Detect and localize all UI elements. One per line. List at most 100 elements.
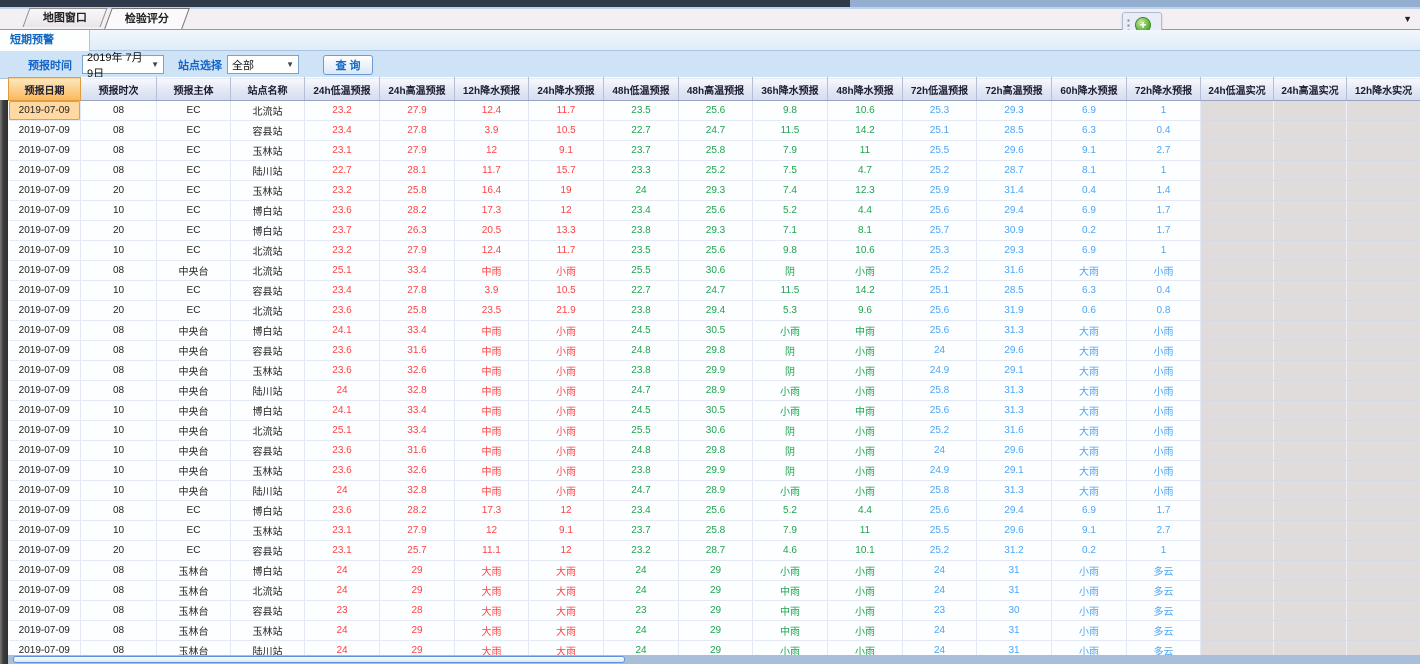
table-cell[interactable] [1274,221,1347,241]
table-cell[interactable] [1347,161,1420,181]
table-row[interactable]: 2019-07-0910中央台容县站23.631.6中雨小雨24.829.8阴小… [9,441,1420,461]
table-cell[interactable]: 2019-07-09 [9,321,81,341]
table-cell[interactable]: 1 [1127,101,1201,121]
table-cell[interactable]: 08 [81,261,157,281]
table-cell[interactable]: 9.1 [529,521,604,541]
table-cell[interactable]: 4.7 [828,161,903,181]
table-cell[interactable]: 9.8 [753,101,828,121]
table-cell[interactable]: 27.9 [380,101,455,121]
table-cell[interactable]: 小雨 [753,321,828,341]
table-cell[interactable]: 小雨 [529,421,604,441]
table-cell[interactable]: 29 [679,561,753,581]
table-cell[interactable]: 24.1 [305,321,380,341]
table-cell[interactable]: 23.4 [604,201,679,221]
column-header[interactable]: 24h降水预报 [529,78,604,101]
table-cell[interactable]: 20 [81,301,157,321]
table-cell[interactable]: 小雨 [753,401,828,421]
table-row[interactable]: 2019-07-0908中央台玉林站23.632.6中雨小雨23.829.9阴小… [9,361,1420,381]
table-cell[interactable] [1201,481,1274,501]
table-cell[interactable]: 25.8 [679,141,753,161]
table-cell[interactable]: 30.5 [679,401,753,421]
table-cell[interactable]: 1.7 [1127,201,1201,221]
table-cell[interactable]: 2019-07-09 [9,481,81,501]
table-cell[interactable]: 小雨 [1127,321,1201,341]
table-cell[interactable] [1201,421,1274,441]
table-cell[interactable]: 小雨 [828,441,903,461]
table-cell[interactable]: 3.9 [455,121,529,141]
table-cell[interactable]: 玉林站 [231,361,305,381]
table-cell[interactable] [1274,421,1347,441]
table-cell[interactable]: 29.1 [977,361,1052,381]
table-cell[interactable]: 10 [81,481,157,501]
table-cell[interactable]: 博白站 [231,221,305,241]
table-cell[interactable] [1347,121,1420,141]
table-cell[interactable] [1201,401,1274,421]
table-cell[interactable]: 27.9 [380,521,455,541]
table-cell[interactable] [1274,461,1347,481]
table-cell[interactable] [1274,261,1347,281]
table-cell[interactable]: 33.4 [380,421,455,441]
table-cell[interactable]: 23.8 [604,461,679,481]
table-row[interactable]: 2019-07-0908中央台陆川站2432.8中雨小雨24.728.9小雨小雨… [9,381,1420,401]
table-cell[interactable]: 6.9 [1052,101,1127,121]
table-cell[interactable]: 2019-07-09 [9,621,81,641]
table-cell[interactable]: 2019-07-09 [9,401,81,421]
table-cell[interactable] [1274,141,1347,161]
table-cell[interactable]: 23.3 [604,161,679,181]
table-cell[interactable]: EC [157,301,231,321]
table-cell[interactable]: 32.6 [380,361,455,381]
table-cell[interactable] [1274,201,1347,221]
table-cell[interactable]: 29.3 [977,101,1052,121]
table-cell[interactable]: 大雨 [1052,261,1127,281]
table-cell[interactable]: 24 [604,581,679,601]
table-cell[interactable]: 25.1 [305,261,380,281]
table-cell[interactable] [1274,161,1347,181]
table-cell[interactable]: 0.2 [1052,221,1127,241]
table-cell[interactable]: 北流站 [231,301,305,321]
table-cell[interactable] [1201,281,1274,301]
table-cell[interactable]: 7.1 [753,221,828,241]
table-cell[interactable]: 31.6 [977,261,1052,281]
table-cell[interactable]: 中央台 [157,461,231,481]
table-cell[interactable] [1274,381,1347,401]
table-cell[interactable] [1201,521,1274,541]
table-cell[interactable]: 23.1 [305,141,380,161]
table-cell[interactable]: 32.8 [380,481,455,501]
table-cell[interactable] [1347,321,1420,341]
table-cell[interactable]: 22.7 [604,281,679,301]
column-header[interactable]: 72h高温预报 [977,78,1052,101]
table-cell[interactable]: 23.6 [305,441,380,461]
table-cell[interactable] [1274,361,1347,381]
table-cell[interactable]: 25.6 [903,201,977,221]
table-cell[interactable]: EC [157,541,231,561]
table-cell[interactable]: 23.7 [604,141,679,161]
table-cell[interactable]: 23.6 [305,461,380,481]
table-cell[interactable]: 阴 [753,261,828,281]
table-cell[interactable]: 容县站 [231,121,305,141]
table-cell[interactable]: 1 [1127,241,1201,261]
table-cell[interactable] [1347,401,1420,421]
table-cell[interactable]: 中雨 [753,601,828,621]
table-cell[interactable] [1201,501,1274,521]
table-cell[interactable]: 8.1 [1052,161,1127,181]
left-splitter[interactable] [0,100,8,664]
table-cell[interactable]: 25.7 [903,221,977,241]
table-cell[interactable]: 北流站 [231,581,305,601]
table-cell[interactable]: 大雨 [455,621,529,641]
tab-verification-score[interactable]: 检验评分 [104,8,190,29]
table-row[interactable]: 2019-07-0910中央台玉林站23.632.6中雨小雨23.829.9阴小… [9,461,1420,481]
table-cell[interactable]: 24 [903,441,977,461]
table-cell[interactable]: 32.8 [380,381,455,401]
table-cell[interactable]: 2019-07-09 [9,241,81,261]
table-cell[interactable] [1347,181,1420,201]
table-cell[interactable]: EC [157,201,231,221]
table-cell[interactable]: 31 [977,581,1052,601]
table-cell[interactable]: EC [157,161,231,181]
table-cell[interactable]: EC [157,181,231,201]
table-cell[interactable]: 25.6 [903,301,977,321]
subtab-short-term-warning[interactable]: 短期预警 [0,30,90,51]
table-cell[interactable]: 小雨 [529,321,604,341]
table-cell[interactable]: 28.2 [380,201,455,221]
table-cell[interactable] [1201,101,1274,121]
table-cell[interactable]: 中雨 [455,481,529,501]
